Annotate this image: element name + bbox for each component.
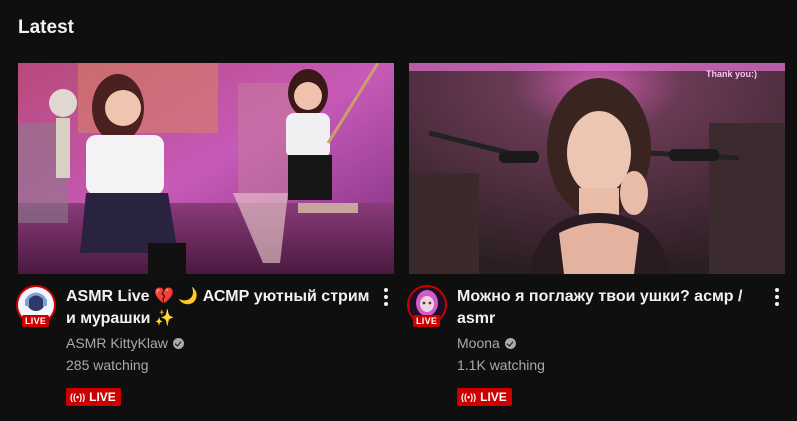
avatar-live-badge: LIVE bbox=[22, 315, 50, 327]
channel-name[interactable]: ASMR KittyKlaw bbox=[66, 335, 184, 351]
watching-count: 285 watching bbox=[66, 357, 149, 373]
channel-avatar[interactable]: LIVE bbox=[407, 285, 447, 327]
video-meta: LIVE ASMR Live 💔 🌙 АСМР уютный стрим и м… bbox=[16, 274, 394, 421]
verified-check-icon bbox=[172, 337, 184, 349]
thumbnail-image-classroom bbox=[18, 63, 394, 274]
more-options-icon[interactable] bbox=[773, 288, 781, 306]
channel-avatar[interactable]: LIVE bbox=[16, 285, 56, 327]
live-badge-label: LIVE bbox=[89, 390, 116, 404]
video-card[interactable]: LIVE ASMR Live 💔 🌙 АСМР уютный стрим и м… bbox=[16, 63, 394, 421]
live-badge-label: LIVE bbox=[480, 390, 507, 404]
channel-name-text: Moona bbox=[457, 335, 500, 351]
verified-check-icon bbox=[504, 337, 516, 349]
channel-name[interactable]: Moona bbox=[457, 335, 516, 351]
watching-count: 1.1K watching bbox=[457, 357, 545, 373]
channel-name-text: ASMR KittyKlaw bbox=[66, 335, 168, 351]
section-title: Latest bbox=[18, 17, 74, 38]
thumbnail-image-studio: Thank you:) bbox=[409, 63, 785, 274]
thumbnail-overlay-text: Thank you:) bbox=[706, 69, 757, 79]
video-thumbnail[interactable] bbox=[18, 63, 394, 274]
live-badge: ((•)) LIVE bbox=[66, 388, 121, 406]
live-waves-icon: ((•)) bbox=[461, 392, 477, 402]
avatar-live-badge: LIVE bbox=[413, 315, 441, 327]
more-options-icon[interactable] bbox=[382, 288, 390, 306]
video-title[interactable]: Можно я поглажу твои ушки? асмр / asmr bbox=[457, 286, 763, 330]
live-badge: ((•)) LIVE bbox=[457, 388, 512, 406]
video-meta: LIVE Можно я поглажу твои ушки? асмр / a… bbox=[407, 274, 785, 421]
video-title[interactable]: ASMR Live 💔 🌙 АСМР уютный стрим и мурашк… bbox=[66, 286, 372, 330]
video-thumbnail[interactable]: Thank you:) bbox=[409, 63, 785, 274]
video-card[interactable]: Thank you:) LIVE Можно я поглажу твои уш… bbox=[407, 63, 785, 421]
live-waves-icon: ((•)) bbox=[70, 392, 86, 402]
latest-section: Latest LIVE ASMR Live 💔 🌙 АСМР уютный ст… bbox=[0, 0, 797, 421]
